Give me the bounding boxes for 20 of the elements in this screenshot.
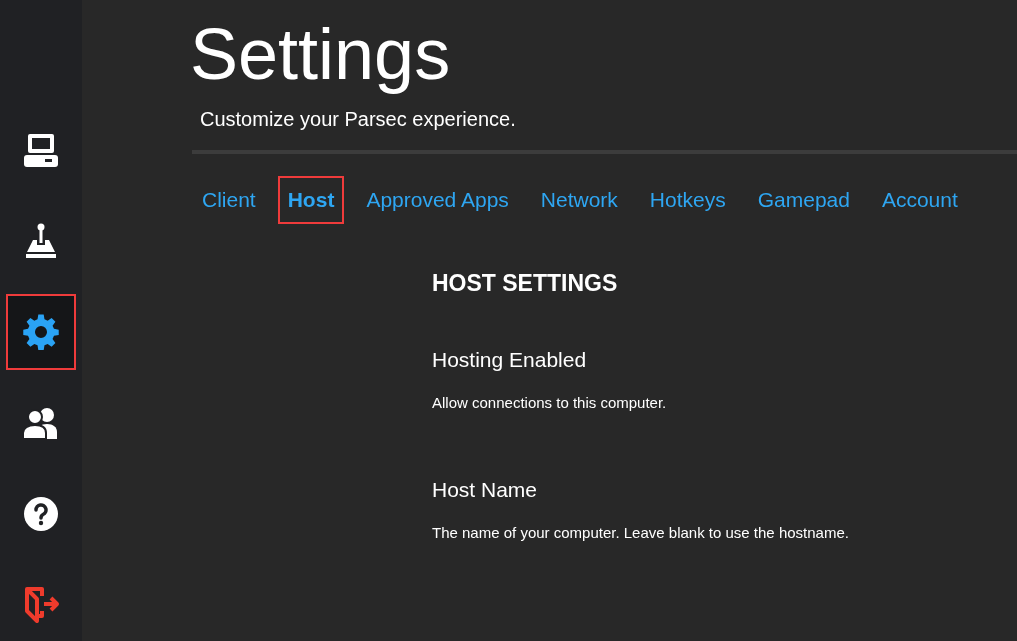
computer-icon	[23, 131, 59, 168]
logout-icon	[22, 586, 60, 625]
tab[interactable]: Account	[873, 178, 966, 222]
tab[interactable]: Client	[194, 178, 264, 222]
help-icon	[23, 496, 59, 533]
page-subtitle: Customize your Parsec experience.	[200, 107, 517, 132]
tab[interactable]: Approved Apps	[358, 178, 517, 222]
setting-description: The name of your computer. Leave blank to use the hostname.	[432, 522, 850, 543]
tab[interactable]: Host	[279, 178, 343, 222]
joystick-icon	[23, 222, 59, 259]
section-heading: HOST SETTINGS	[432, 268, 619, 298]
tab[interactable]: Gamepad	[749, 178, 858, 222]
setting-label: Hosting Enabled	[432, 347, 588, 373]
setting-description: Allow connections to this computer.	[432, 392, 668, 413]
tab[interactable]: Hotkeys	[641, 178, 734, 222]
setting-label: Host Name	[432, 477, 539, 503]
settings-icon	[22, 312, 60, 351]
people-icon	[22, 406, 60, 441]
tab[interactable]: Network	[532, 178, 626, 222]
sidebar-item[interactable]	[8, 296, 74, 368]
